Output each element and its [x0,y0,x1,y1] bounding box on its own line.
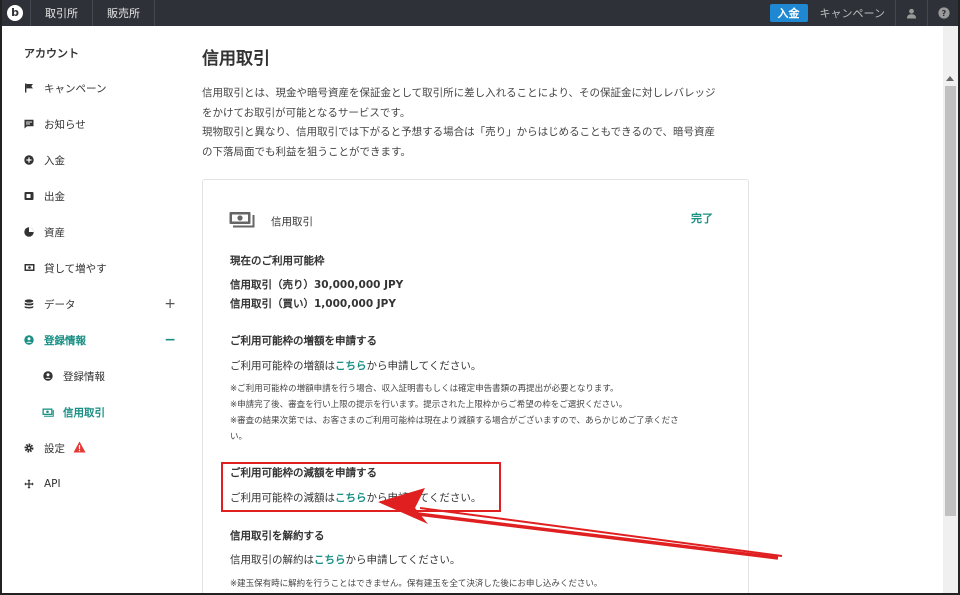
money-icon [229,210,255,232]
sidebar: アカウント キャンペーン お知らせ 入金 出金 資産 貸して増やす データ + … [0,26,190,595]
scrollbar[interactable] [943,26,958,595]
cancel-line: 信用取引の解約はこちらから申請してください。 [230,552,460,567]
sidebar-item-api[interactable]: API [0,474,190,494]
intro-line: 信用取引とは、現金や暗号資産を保証金として取引所に差し入れることにより、その保証… [202,87,716,99]
tab-retail[interactable]: 販売所 [92,0,155,26]
annotation-highlight-box [221,462,501,512]
sidebar-item-data[interactable]: データ + [0,294,190,314]
lend-icon [22,261,36,275]
help-icon[interactable]: ? [928,0,960,26]
sidebar-item-label: API [44,478,61,490]
user-circle-icon [41,369,55,383]
sidebar-item-label: 登録情報 [63,370,105,383]
intro-line: の下落局面でも利益を狙うことができます。 [202,145,411,158]
sidebar-item-label: キャンペーン [44,82,107,95]
sidebar-item-registration[interactable]: 登録情報 − [0,330,190,350]
user-circle-icon [22,333,36,347]
card-header: 信用取引 [229,210,313,232]
note-line: ※ご利用可能枠の増額申請を行う場合、収入証明書もしくは確定申告書類の再提出が必要… [230,384,619,394]
sidebar-item-label: お知らせ [44,118,86,131]
increase-link[interactable]: こちら [335,360,367,372]
api-icon [22,477,36,491]
increase-post: から申請してください。 [366,360,482,372]
sidebar-item-label: 設定 [44,442,65,455]
limit-heading: 現在のご利用可能枠 [230,255,325,267]
cancel-post: から申請してください。 [345,554,461,566]
cancel-note: ※建玉保有時に解約を行うことはできません。保有建玉を全て決済した後にお申し込みく… [230,579,603,589]
user-icon[interactable] [896,0,928,26]
sidebar-item-label: 出金 [44,190,65,203]
intro-line: 現物取引と異なり、信用取引では下がると予想する場合は「売り」からはじめることもで… [202,126,716,138]
cancel-pre: 信用取引の解約は [230,554,314,566]
campaign-link[interactable]: キャンペーン [820,0,896,26]
note-line: い。 [230,432,248,442]
increase-heading: ご利用可能枠の増額を申請する [230,335,377,347]
cancel-link[interactable]: こちら [314,554,346,566]
database-icon [22,297,36,311]
sidebar-item-campaign[interactable]: キャンペーン [0,78,190,98]
tab-exchange[interactable]: 取引所 [30,0,92,26]
sidebar-item-news[interactable]: お知らせ [0,114,190,134]
sidebar-item-label: 信用取引 [63,406,105,419]
intro-text: 信用取引とは、現金や暗号資産を保証金として取引所に差し入れることにより、その保証… [202,84,762,162]
card-label: 信用取引 [271,215,313,228]
sidebar-item-label: 入金 [44,154,65,167]
sidebar-item-label: データ [44,298,76,311]
sidebar-item-label: 登録情報 [44,334,86,347]
message-icon [22,117,36,131]
limit-buy: 信用取引（買い）1,000,000 JPY [230,298,396,310]
logo[interactable]: b [0,0,30,26]
deposit-button[interactable]: 入金 [769,4,808,22]
plus-circle-icon [22,153,36,167]
note-line: ※審査の結果次第では、お客さまのご利用可能枠は現在より減額する場合がございますの… [230,416,679,426]
svg-text:?: ? [942,9,947,18]
limit-sell: 信用取引（売り）30,000,000 JPY [230,279,404,291]
sidebar-title: アカウント [24,47,79,60]
sidebar-item-deposit[interactable]: 入金 [0,150,190,170]
top-nav: b 取引所 販売所 入金 キャンペーン ? [0,0,960,26]
logo-mark: b [7,5,23,21]
withdraw-icon [22,189,36,203]
scroll-up-icon[interactable] [946,76,954,81]
collapse-icon[interactable]: − [164,333,176,347]
money-icon [41,405,55,419]
sidebar-item-settings[interactable]: 設定 [0,438,190,458]
page-title: 信用取引 [202,49,270,69]
scrollbar-thumb[interactable] [945,86,956,516]
flag-icon [22,81,36,95]
intro-line: をかけてお取引が可能となるサービスです。 [202,106,411,119]
sidebar-item-lending[interactable]: 貸して増やす [0,258,190,278]
sidebar-item-label: 貸して増やす [44,262,107,275]
warning-icon [73,441,86,456]
pie-chart-icon [22,225,36,239]
cancel-heading: 信用取引を解約する [230,530,325,542]
expand-icon[interactable]: + [164,297,176,311]
note-line: ※申請完了後、審査を行い上限の提示を行います。提示された上限枠からご希望の枠をご… [230,400,628,410]
increase-pre: ご利用可能枠の増額は [230,360,335,372]
increase-line: ご利用可能枠の増額はこちらから申請してください。 [230,358,481,373]
gear-icon [22,441,36,455]
status-badge: 完了 [691,212,713,225]
sidebar-subitem-margin[interactable]: 信用取引 [0,402,190,422]
sidebar-subitem-registration-info[interactable]: 登録情報 [0,366,190,386]
increase-notes: ※ご利用可能枠の増額申請を行う場合、収入証明書もしくは確定申告書類の再提出が必要… [230,381,720,445]
nav-right: 入金 キャンペーン ? [769,0,960,26]
margin-card: 信用取引 完了 現在のご利用可能枠 信用取引（売り）30,000,000 JPY… [202,179,749,595]
sidebar-item-assets[interactable]: 資産 [0,222,190,242]
sidebar-item-label: 資産 [44,226,65,239]
sidebar-item-withdraw[interactable]: 出金 [0,186,190,206]
